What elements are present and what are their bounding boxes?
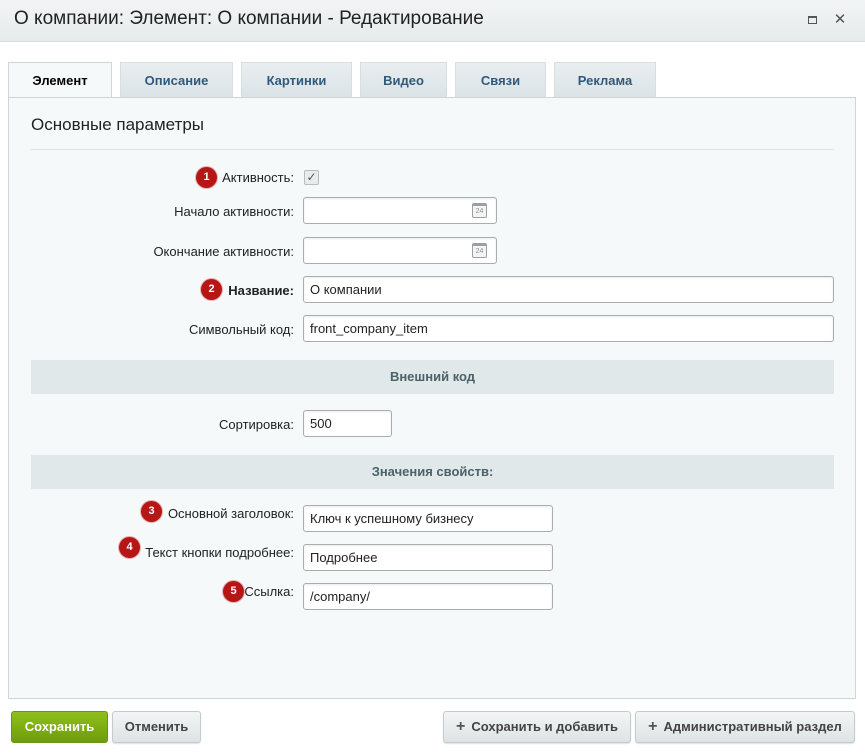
calendar-icon[interactable]: 24: [472, 203, 487, 218]
link-input[interactable]: /company/: [303, 583, 553, 610]
calendar-icon[interactable]: 24: [472, 243, 487, 258]
tab-video[interactable]: Видео: [360, 62, 447, 98]
sort-input[interactable]: 500: [303, 410, 392, 437]
tab-element[interactable]: Элемент: [8, 62, 112, 99]
maximize-button[interactable]: [804, 12, 820, 28]
external-code-header[interactable]: Внешний код: [31, 360, 834, 394]
plus-icon: +: [648, 718, 658, 735]
active-from-input[interactable]: 24: [303, 197, 497, 224]
window-titlebar: О компании: Элемент: О компании - Редакт…: [0, 0, 865, 42]
form-panel: Основные параметры 1 Активность: ✓ Начал…: [8, 97, 856, 699]
active-to-label: Окончание активности:: [153, 244, 294, 259]
marker-badge: 5: [223, 581, 244, 602]
tab-images[interactable]: Картинки: [241, 62, 352, 98]
tab-links[interactable]: Связи: [455, 62, 546, 98]
tab-description[interactable]: Описание: [120, 62, 233, 98]
marker-badge: 1: [196, 167, 217, 188]
checkmark-icon: ✓: [306, 170, 317, 184]
code-input[interactable]: front_company_item: [303, 315, 834, 342]
marker-badge: 4: [119, 537, 140, 558]
main-heading-input[interactable]: Ключ к успешному бизнесу: [303, 505, 553, 532]
sort-label: Сортировка:: [219, 417, 294, 432]
maximize-icon: [807, 16, 817, 24]
code-label: Символьный код:: [188, 322, 294, 337]
main-heading-label: Основной заголовок:: [167, 506, 294, 521]
window-title: О компании: Элемент: О компании - Редакт…: [14, 8, 484, 29]
marker-badge: 2: [201, 279, 222, 300]
button-text-label: Текст кнопки подробнее:: [145, 545, 294, 560]
button-text-input[interactable]: Подробнее: [303, 544, 553, 571]
section-divider: [31, 149, 834, 150]
active-to-input[interactable]: 24: [303, 237, 497, 264]
close-icon: ✕: [833, 11, 847, 28]
marker-badge: 3: [141, 501, 162, 522]
active-from-label: Начало активности:: [174, 204, 294, 219]
link-label: Ссылка:: [244, 584, 294, 599]
plus-icon: +: [456, 718, 466, 735]
close-button[interactable]: ✕: [832, 12, 848, 28]
save-and-add-button[interactable]: + Сохранить и добавить: [443, 711, 631, 743]
tab-advertising[interactable]: Реклама: [554, 62, 656, 98]
active-checkbox[interactable]: ✓: [304, 170, 319, 185]
save-button[interactable]: Сохранить: [11, 711, 108, 743]
cancel-button[interactable]: Отменить: [112, 711, 201, 743]
name-input[interactable]: О компании: [303, 276, 834, 303]
admin-section-button[interactable]: + Административный раздел: [635, 711, 855, 743]
active-label: Активность:: [222, 170, 294, 185]
properties-header: Значения свойств:: [31, 455, 834, 489]
section-title: Основные параметры: [31, 115, 204, 134]
save-and-add-label: Сохранить и добавить: [471, 719, 618, 734]
admin-section-label: Административный раздел: [663, 719, 842, 734]
name-label: Название:: [228, 283, 294, 298]
